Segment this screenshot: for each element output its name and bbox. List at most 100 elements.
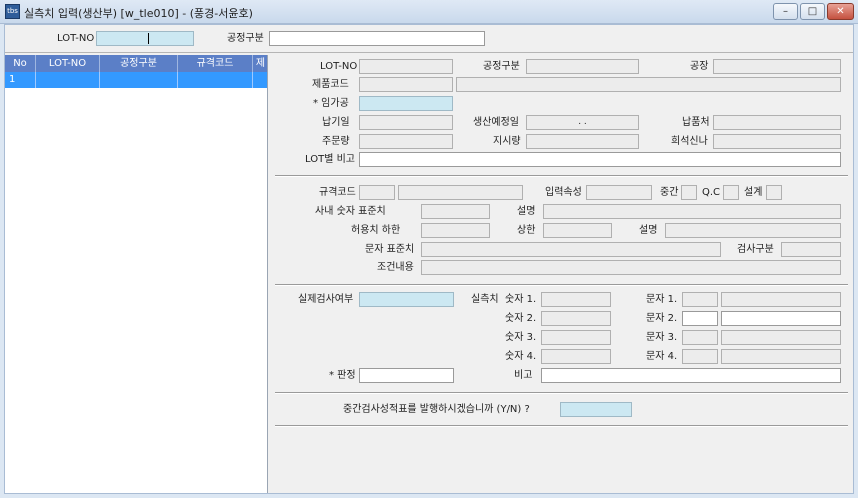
- table-row[interactable]: 1: [5, 72, 267, 88]
- char4-label: 문자 4.: [646, 351, 678, 362]
- process-input[interactable]: [269, 31, 485, 46]
- divider: [275, 392, 848, 394]
- char-std-label: 문자 표준치: [365, 244, 415, 255]
- num4-field[interactable]: [541, 349, 611, 364]
- num2-label: 숫자 2.: [505, 313, 537, 324]
- char1-field[interactable]: [721, 292, 841, 307]
- char4-field[interactable]: [721, 349, 841, 364]
- column-header-spec-code[interactable]: 규격코드: [178, 55, 253, 72]
- factory-label: 공장: [690, 61, 709, 72]
- tol-low-field[interactable]: [421, 223, 490, 238]
- order-qty-field[interactable]: [359, 134, 453, 149]
- plan-date-label: 생산예정일: [473, 117, 519, 128]
- cell-lot-no: [36, 72, 100, 88]
- title-bar: tbs 실측치 입력(생산부) [w_tle010] - (풍경-서윤호) – …: [0, 0, 858, 24]
- divider: [275, 284, 848, 286]
- thinner-field[interactable]: [713, 134, 841, 149]
- char3-label: 문자 3.: [646, 332, 678, 343]
- ship-to-field[interactable]: [713, 115, 841, 130]
- minimize-button[interactable]: –: [773, 3, 798, 20]
- upper-label: 상한: [517, 225, 536, 236]
- spec-code-label: 규격코드: [319, 187, 356, 198]
- form-process-label: 공정구분: [483, 61, 520, 72]
- delivery-date-field[interactable]: [359, 115, 453, 130]
- inner-std-label: 사내 숫자 표준치: [315, 206, 386, 217]
- input-attr-label: 입력속성: [545, 187, 582, 198]
- spec-code-field[interactable]: [359, 185, 395, 200]
- num2-field[interactable]: [541, 311, 611, 326]
- qc-field[interactable]: [723, 185, 739, 200]
- actual-inspect-input[interactable]: [359, 292, 454, 307]
- tol-low-label: 허용치 하한: [351, 225, 401, 236]
- note-input[interactable]: [541, 368, 841, 383]
- column-header-no[interactable]: No: [5, 55, 36, 72]
- lot-note-input[interactable]: [359, 152, 841, 167]
- form-lot-no-field[interactable]: [359, 59, 453, 74]
- cell-extra: [253, 72, 267, 88]
- thinner-label: 희석신나: [671, 136, 708, 147]
- column-header-process[interactable]: 공정구분: [100, 55, 178, 72]
- inspect-type-field[interactable]: [781, 242, 841, 257]
- char1-code-field[interactable]: [682, 292, 718, 307]
- column-header-lot-no[interactable]: LOT-NO: [36, 55, 100, 72]
- mid-field[interactable]: [681, 185, 697, 200]
- temp-work-input[interactable]: [359, 96, 453, 111]
- app-icon: tbs: [5, 4, 20, 19]
- divider: [275, 175, 848, 177]
- cell-no: 1: [5, 72, 36, 88]
- upper-field[interactable]: [543, 223, 612, 238]
- desc-label: 설명: [517, 206, 536, 217]
- maximize-button[interactable]: □: [800, 3, 825, 20]
- char2-label: 문자 2.: [646, 313, 678, 324]
- num1-label: 숫자 1.: [505, 294, 537, 305]
- product-name-field[interactable]: [456, 77, 841, 92]
- spec-name-field[interactable]: [398, 185, 523, 200]
- form-lot-no-label: LOT-NO: [320, 61, 358, 72]
- product-code-field[interactable]: [359, 77, 453, 92]
- setup-field[interactable]: [766, 185, 782, 200]
- char3-code-field[interactable]: [682, 330, 718, 345]
- desc2-label: 설명: [639, 225, 658, 236]
- char1-label: 문자 1.: [646, 294, 678, 305]
- condition-field[interactable]: [421, 260, 841, 275]
- divider: [275, 425, 848, 427]
- lot-grid[interactable]: No LOT-NO 공정구분 규격코드 제 1: [5, 55, 268, 493]
- close-button[interactable]: ✕: [827, 3, 854, 20]
- num4-label: 숫자 4.: [505, 351, 537, 362]
- input-attr-field[interactable]: [586, 185, 652, 200]
- qc-label: Q.C: [702, 187, 721, 198]
- num3-label: 숫자 3.: [505, 332, 537, 343]
- char2-code-input[interactable]: [682, 311, 718, 326]
- char3-field[interactable]: [721, 330, 841, 345]
- detail-form: LOT-NO 공정구분 공장 제품코드 * 임가공 납기일 생산예정일 . . …: [270, 55, 853, 493]
- ship-to-label: 납품처: [682, 117, 710, 128]
- plan-date-field[interactable]: . .: [526, 115, 639, 130]
- inspect-type-label: 검사구분: [737, 244, 774, 255]
- num3-field[interactable]: [541, 330, 611, 345]
- char2-input[interactable]: [721, 311, 841, 326]
- issue-answer-input[interactable]: [560, 402, 632, 417]
- desc2-field[interactable]: [665, 223, 841, 238]
- num1-field[interactable]: [541, 292, 611, 307]
- mid-label: 중간: [660, 187, 679, 198]
- window-title: 실측치 입력(생산부) [w_tle010] - (풍경-서윤호): [24, 7, 253, 20]
- judge-label: * 판정: [329, 370, 356, 381]
- judge-input[interactable]: [359, 368, 454, 383]
- char-std-field[interactable]: [421, 242, 721, 257]
- delivery-date-label: 납기일: [322, 117, 350, 128]
- factory-field[interactable]: [713, 59, 841, 74]
- column-header-extra[interactable]: 제: [253, 55, 267, 72]
- form-process-field[interactable]: [526, 59, 639, 74]
- cell-spec-code: [178, 72, 253, 88]
- setup-label: 설계: [744, 187, 763, 198]
- instruct-qty-label: 지시량: [493, 136, 521, 147]
- product-code-label: 제품코드: [312, 79, 349, 90]
- condition-label: 조건내용: [377, 262, 414, 273]
- lot-no-input[interactable]: [96, 31, 194, 46]
- char4-code-field[interactable]: [682, 349, 718, 364]
- inner-std-field[interactable]: [421, 204, 490, 219]
- order-qty-label: 주문량: [322, 136, 350, 147]
- desc-field[interactable]: [543, 204, 841, 219]
- instruct-qty-field[interactable]: [526, 134, 639, 149]
- measure-label: 실측치: [471, 294, 499, 305]
